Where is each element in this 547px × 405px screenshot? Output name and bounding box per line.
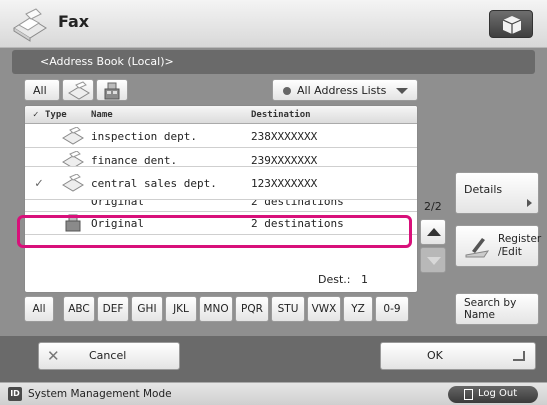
row-destination: 123XXXXXXX: [251, 177, 318, 190]
system-mode-label: System Management Mode: [28, 388, 172, 400]
main-panel: <Address Book (Local)> All All Address L…: [0, 48, 547, 336]
row-destination: 2 destinations: [251, 200, 344, 208]
details-button[interactable]: Details: [455, 172, 539, 214]
ok-label: OK: [427, 349, 443, 362]
address-list: ✓ Type Name Destination inspection dept.…: [24, 105, 418, 293]
alpha-key-vwx[interactable]: VWX: [307, 296, 341, 322]
logout-label: Log Out: [478, 388, 518, 399]
fax-machine-icon: [13, 8, 47, 42]
filter-fax-button[interactable]: [62, 79, 94, 101]
cancel-label: Cancel: [89, 349, 127, 362]
filter-all-button[interactable]: All: [24, 79, 60, 101]
column-destination[interactable]: Destination: [251, 110, 311, 120]
column-type[interactable]: Type: [45, 110, 67, 120]
table-row-selected[interactable]: ✓ central sales dept. 123XXXXXXX: [25, 167, 417, 200]
address-list-dropdown[interactable]: All Address Lists: [272, 79, 418, 101]
ok-button[interactable]: OK: [380, 342, 536, 370]
cancel-button[interactable]: ✕ Cancel: [38, 342, 180, 370]
details-label: Details: [464, 183, 503, 196]
close-icon: ✕: [47, 347, 60, 365]
edit-label: /Edit: [498, 246, 522, 258]
title-bar: Fax: [0, 0, 547, 48]
selection-highlight: [17, 215, 412, 248]
scroll-up-button[interactable]: [420, 219, 446, 245]
fax-icon: [62, 174, 84, 192]
alpha-key-def[interactable]: DEF: [97, 296, 129, 322]
table-row[interactable]: inspection dept. 238XXXXXXX: [25, 125, 417, 148]
group-icon: [104, 82, 120, 100]
register-label: Register: [498, 233, 542, 245]
logout-button[interactable]: Log Out: [448, 386, 538, 403]
id-icon: ID: [8, 387, 22, 401]
row-name: Original: [91, 200, 144, 208]
arrow-up-icon: [427, 228, 441, 236]
row-destination: 238XXXXXXX: [251, 130, 318, 143]
pen-icon: [465, 238, 490, 258]
alpha-key-stu[interactable]: STU: [271, 296, 305, 322]
arrow-right-icon: [527, 199, 532, 207]
row-name: central sales dept.: [91, 177, 217, 190]
logout-icon: [464, 389, 473, 400]
status-bar: ID System Management Mode Log Out: [0, 382, 547, 405]
search-by-name-button[interactable]: Search by Name: [455, 293, 539, 325]
dest-count: Dest.: 1: [318, 273, 368, 286]
alpha-key-pqr[interactable]: PQR: [235, 296, 269, 322]
table-row[interactable]: Original 2 destinations: [25, 200, 417, 212]
column-name[interactable]: Name: [91, 110, 113, 120]
alpha-key-mno[interactable]: MNO: [199, 296, 233, 322]
alpha-key-jkl[interactable]: JKL: [165, 296, 197, 322]
menu-button[interactable]: [489, 10, 533, 38]
scroll-down-button[interactable]: [420, 247, 446, 273]
cube-icon: [502, 16, 522, 34]
fax-icon: [68, 81, 90, 100]
dest-value: 1: [360, 273, 368, 286]
row-destination: 239XXXXXXX: [251, 154, 318, 167]
arrow-down-icon: [427, 257, 441, 265]
check-icon: ✓: [35, 176, 43, 191]
row-name: inspection dept.: [91, 130, 197, 143]
address-list-indicator-icon: [283, 87, 291, 95]
dest-label: Dest.:: [318, 273, 351, 286]
row-name: finance dent.: [91, 154, 178, 167]
alpha-key-ghi[interactable]: GHI: [131, 296, 163, 322]
page-indicator: 2/2: [424, 200, 442, 213]
fax-icon: [62, 127, 84, 145]
check-header-icon: ✓: [33, 110, 39, 120]
list-header: ✓ Type Name Destination: [25, 106, 417, 124]
fax-icon: [62, 151, 84, 166]
alpha-key-all[interactable]: All: [24, 296, 54, 322]
register-edit-button[interactable]: Register /Edit: [455, 225, 542, 267]
alpha-key-0-9[interactable]: 0-9: [375, 296, 409, 322]
address-book-header: <Address Book (Local)>: [12, 50, 535, 74]
table-row[interactable]: finance dent. 239XXXXXXX: [25, 149, 417, 167]
app-title: Fax: [58, 12, 90, 31]
address-list-label: All Address Lists: [297, 84, 387, 97]
return-icon: [513, 351, 525, 361]
search-label-line1: Search by: [464, 297, 517, 309]
chevron-down-icon: [396, 88, 408, 94]
filter-group-button[interactable]: [96, 79, 128, 101]
search-label-line2: Name: [464, 309, 495, 321]
alpha-key-abc[interactable]: ABC: [63, 296, 95, 322]
alpha-key-yz[interactable]: YZ: [343, 296, 373, 322]
